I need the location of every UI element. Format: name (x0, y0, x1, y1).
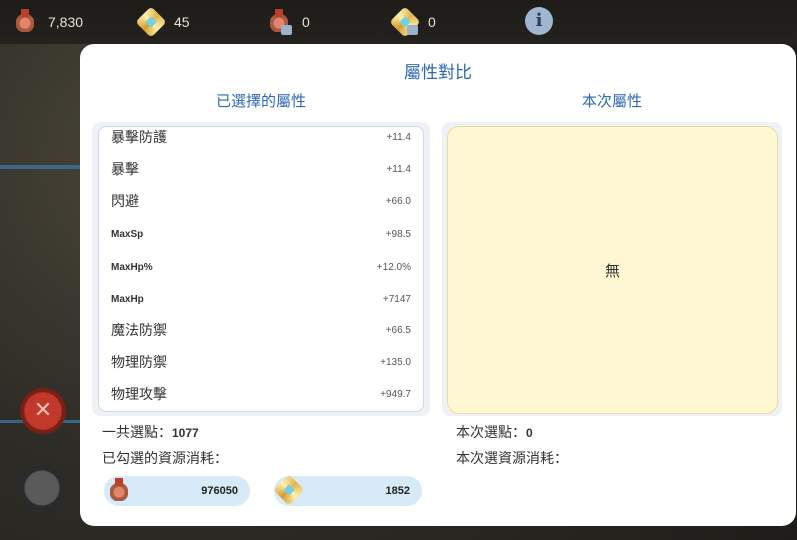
list-item: MaxHp +7147 (99, 283, 423, 315)
resource-value: 45 (174, 14, 190, 30)
current-attributes-panel: 無 (442, 122, 782, 416)
list-item: MaxSp +98.5 (99, 218, 423, 250)
map-path (0, 165, 80, 169)
node-locked-button[interactable]: ✕ (20, 388, 66, 434)
current-points-value: 0 (526, 426, 533, 440)
gear-crystal-icon (135, 6, 167, 38)
attribute-value: +949.7 (380, 388, 411, 400)
resource-locked-medal: 0 (266, 8, 310, 36)
resource-value: 0 (302, 14, 310, 30)
selected-cost-label: 已勾選的資源消耗： (102, 451, 228, 467)
info-icon[interactable]: i (525, 7, 553, 35)
attribute-name: 魔法防禦 (111, 323, 167, 339)
attribute-name: MaxHp (111, 293, 144, 305)
cost-medal-value: 976050 (201, 485, 238, 497)
selected-attributes-header: 已選擇的屬性 (215, 92, 306, 110)
list-item: MaxHp% +12.0% (99, 251, 423, 283)
resource-bar: 7,830 45 0 0 i (0, 0, 797, 44)
attribute-value: +11.4 (386, 131, 411, 143)
locked-gear-crystal-icon (389, 6, 421, 38)
current-points-label: 本次選點： (456, 425, 526, 441)
current-points: 本次選點：0 (456, 422, 533, 442)
cost-gear-value: 1852 (385, 485, 410, 497)
attribute-value: +12.0% (376, 261, 411, 273)
attribute-value: +7147 (382, 293, 411, 305)
total-points-value: 1077 (172, 426, 199, 440)
attribute-value: +135.0 (380, 356, 411, 368)
list-item: 物理防禦 +135.0 (99, 346, 423, 378)
medal-icon (102, 473, 136, 507)
total-points: 一共選點：1077 (102, 422, 199, 442)
resource-medal: 7,830 (12, 8, 83, 36)
attribute-name: MaxSp (111, 228, 144, 240)
total-points-label: 一共選點： (102, 425, 172, 441)
cost-medal-pill: 976050 (104, 476, 250, 506)
resource-value: 7,830 (48, 14, 84, 30)
list-item: 閃避 +66.0 (99, 185, 423, 217)
locked-medal-icon (266, 9, 292, 35)
list-item: 物理攻擊 +949.7 (99, 378, 423, 410)
list-item: 暴擊 +11.4 (99, 153, 423, 185)
attribute-compare-dialog: 屬性對比 已選擇的屬性 本次屬性 暴擊防護 +11.4 暴擊 +11.4 閃避 … (80, 44, 796, 526)
list-item: 暴擊防護 +11.4 (99, 127, 423, 153)
attribute-value: +66.5 (385, 324, 411, 336)
gear-crystal-icon (272, 473, 306, 507)
attribute-list[interactable]: 暴擊防護 +11.4 暴擊 +11.4 閃避 +66.0 MaxSp +98.5… (98, 126, 424, 412)
dialog-title: 屬性對比 (404, 63, 472, 83)
current-cost-label: 本次選資源消耗： (456, 451, 568, 467)
resource-locked-gear-crystal: 0 (389, 6, 436, 38)
medal-icon (12, 9, 38, 35)
attribute-name: 閃避 (111, 194, 139, 210)
attribute-name: 物理攻擊 (111, 387, 167, 403)
attribute-name: 暴擊防護 (111, 130, 167, 146)
list-item: 魔法防禦 +66.5 (99, 314, 423, 346)
attribute-value: +98.5 (385, 228, 411, 240)
cost-gear-pill: 1852 (272, 473, 422, 507)
empty-text: 無 (604, 261, 620, 280)
resource-gear-crystal: 45 (135, 6, 190, 38)
resource-value: 0 (428, 14, 436, 30)
current-attributes-box: 無 (447, 126, 778, 414)
attribute-name: MaxHp% (111, 261, 153, 273)
attribute-name: 暴擊 (111, 162, 139, 178)
current-attributes-header: 本次屬性 (581, 92, 642, 110)
attribute-value: +11.4 (386, 163, 411, 175)
selected-attributes-panel: 暴擊防護 +11.4 暴擊 +11.4 閃避 +66.0 MaxSp +98.5… (92, 122, 430, 416)
attribute-value: +66.0 (385, 195, 411, 207)
attribute-name: 物理防禦 (111, 355, 167, 371)
